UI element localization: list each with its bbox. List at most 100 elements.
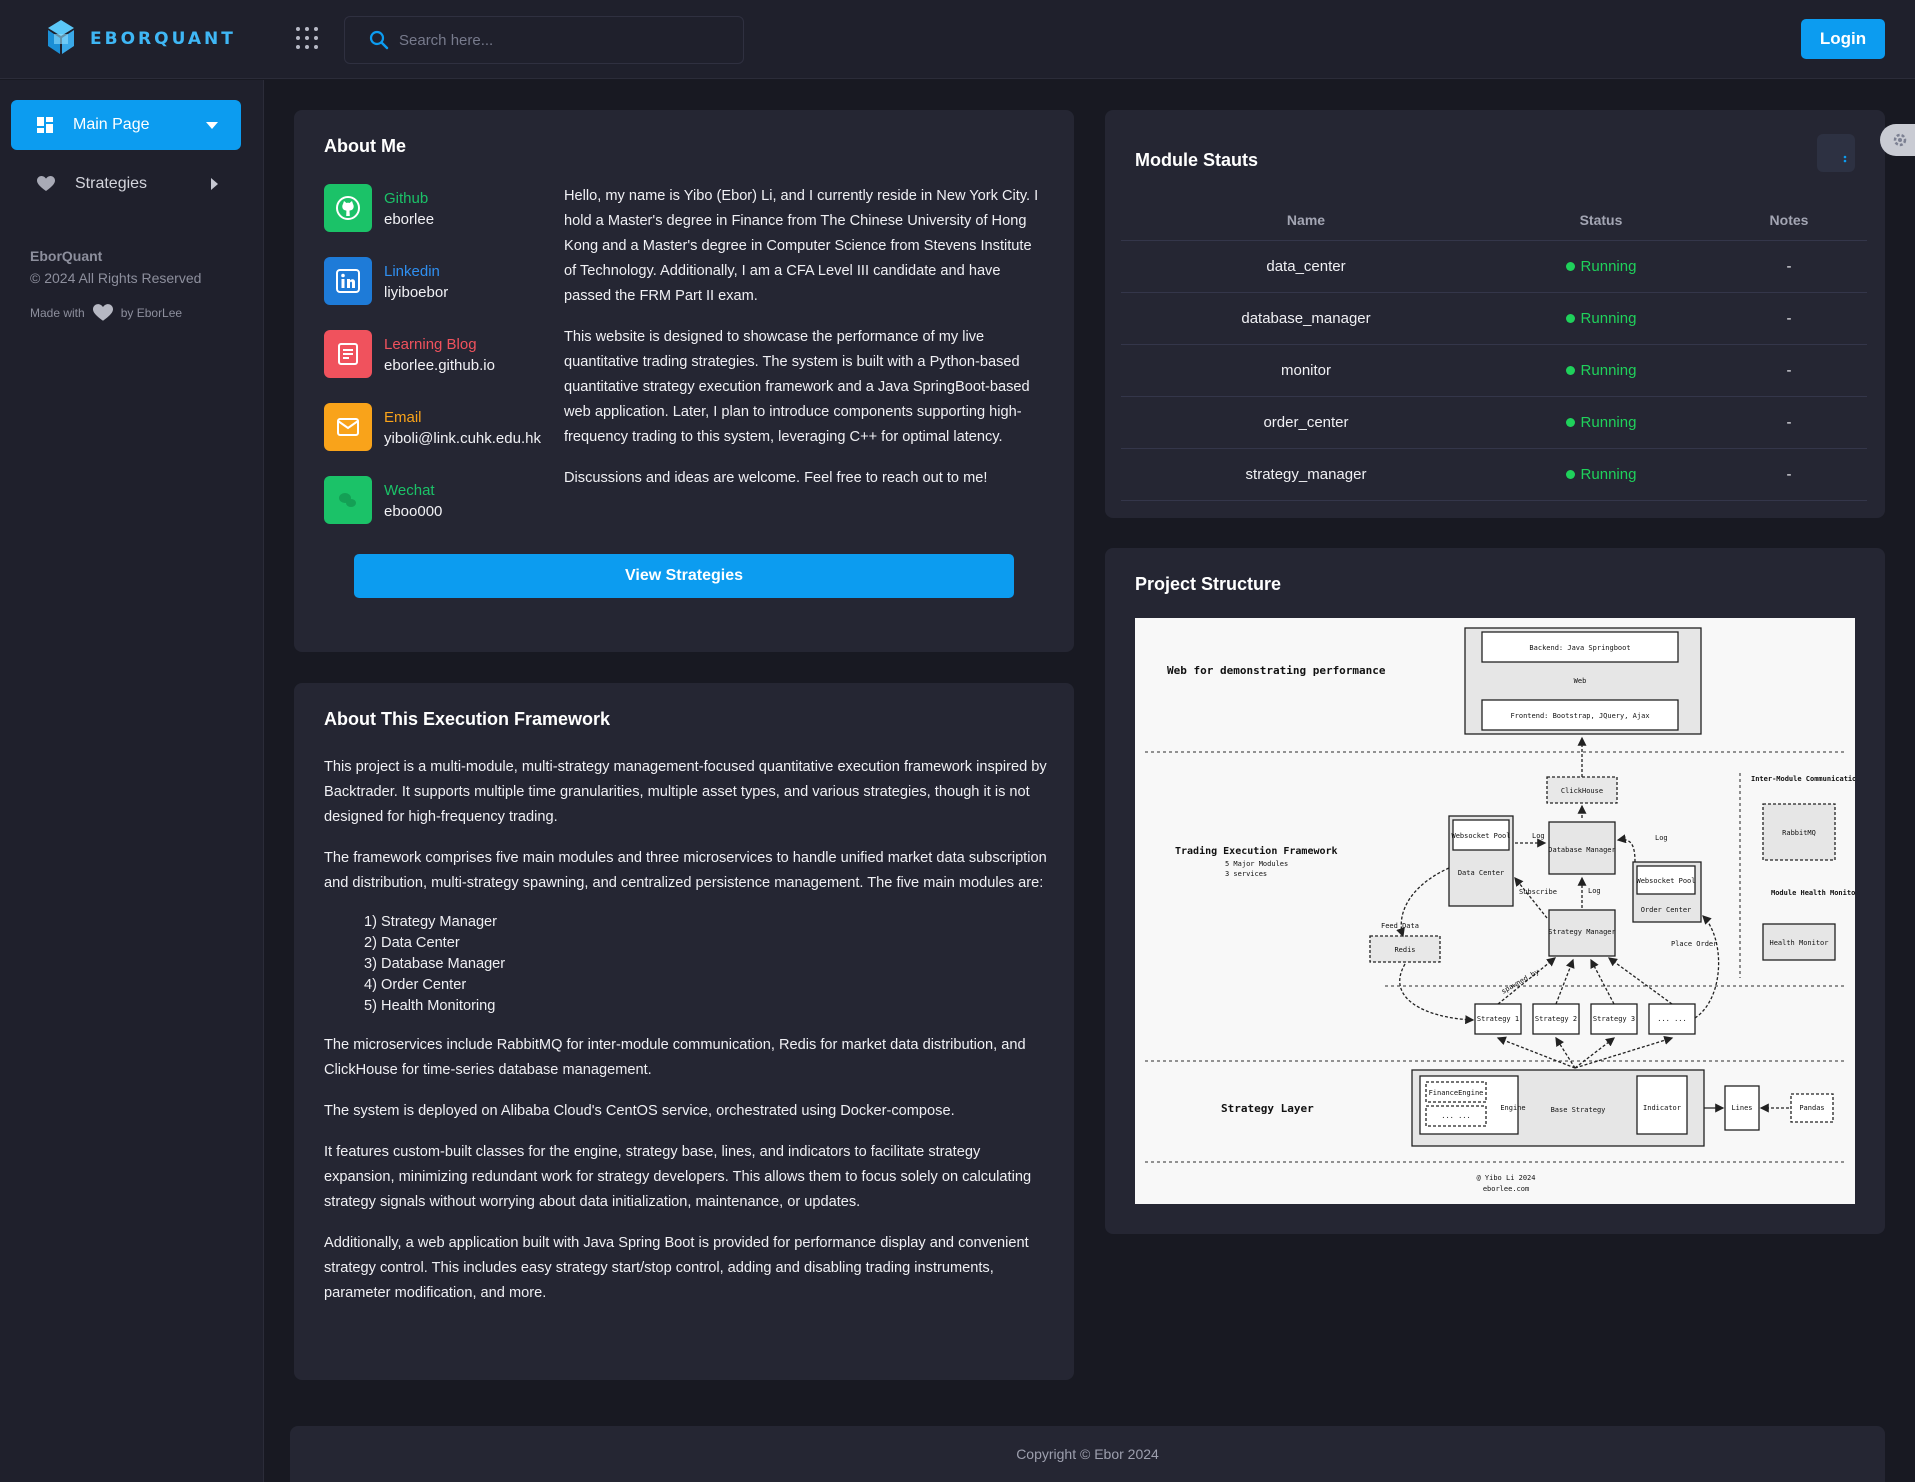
- made-with-line: Made with by EborLee: [30, 304, 201, 322]
- view-strategies-button[interactable]: View Strategies: [354, 554, 1014, 598]
- diagram-label: Log: [1588, 887, 1601, 895]
- brand-logo[interactable]: EBORQUANT: [40, 18, 236, 60]
- list-item: 1) Strategy Manager: [364, 914, 498, 930]
- contact-value: liyiboebor: [384, 284, 449, 301]
- diagram-label: RabbitMQ: [1782, 829, 1816, 837]
- top-bar: EBORQUANT Login: [0, 0, 1915, 79]
- table-row: data_center Running -: [1121, 240, 1867, 293]
- contact-linkedin[interactable]: Linkedin liyiboebor: [324, 257, 448, 305]
- framework-card: About This Execution Framework This proj…: [294, 683, 1074, 1380]
- mail-icon: [324, 403, 372, 451]
- diagram-label: Module Health Monitoring: [1771, 889, 1855, 897]
- framework-paragraph: It features custom-built classes for the…: [324, 1144, 1032, 1210]
- framework-paragraph: Additionally, a web application built wi…: [324, 1235, 1029, 1301]
- sidebar-item-strategies[interactable]: Strategies: [11, 159, 241, 209]
- gear-icon: [1893, 133, 1907, 147]
- search-input[interactable]: [399, 31, 719, 49]
- diagram-label: 5 Major Modules: [1225, 860, 1288, 868]
- diagram-label: Data Center: [1458, 869, 1504, 877]
- diagram-label: Frontend: Bootstrap, JQuery, Ajax: [1510, 712, 1649, 720]
- sidebar-footer-copyright: © 2024 All Rights Reserved: [30, 270, 202, 286]
- module-notes: -: [1711, 240, 1867, 293]
- status-text: Running: [1580, 257, 1637, 275]
- column-header: Notes: [1711, 200, 1867, 241]
- contact-label: Wechat: [384, 482, 435, 499]
- diagram-label: Engine: [1500, 1104, 1525, 1112]
- architecture-diagram-svg: Web for demonstrating performance Backen…: [1145, 627, 1872, 1193]
- dashboard-icon: [37, 117, 53, 133]
- diagram-label: Strategy 3: [1593, 1015, 1635, 1023]
- diagram-label: Log: [1655, 834, 1668, 842]
- list-item: 4) Order Center: [364, 977, 467, 993]
- table-row: monitor Running -: [1121, 344, 1867, 397]
- bio-paragraph: Discussions and ideas are welcome. Feel …: [564, 470, 988, 486]
- chevron-down-icon: [205, 100, 219, 150]
- contact-blog[interactable]: Learning Blog eborlee.github.io: [324, 330, 495, 378]
- kebab-menu-button[interactable]: [1817, 134, 1855, 172]
- contact-value: yiboli@link.cuhk.edu.hk: [384, 430, 541, 447]
- column-header: Status: [1491, 200, 1711, 241]
- search-box: [344, 16, 744, 64]
- wechat-icon: [324, 476, 372, 524]
- apps-grid-icon[interactable]: [294, 25, 320, 51]
- contact-github[interactable]: Github eborlee: [324, 184, 434, 232]
- diagram-label: Pandas: [1799, 1104, 1824, 1112]
- module-name: strategy_manager: [1121, 448, 1491, 501]
- sidebar-item-label: Main Page: [73, 116, 150, 133]
- contact-email[interactable]: Email yiboli@link.cuhk.edu.hk: [324, 403, 541, 451]
- status-dot-icon: [1565, 313, 1575, 323]
- module-notes: -: [1711, 344, 1867, 397]
- status-dot-icon: [1565, 417, 1575, 427]
- module-notes: -: [1711, 448, 1867, 501]
- contact-label: Github: [384, 190, 429, 207]
- module-name: database_manager: [1121, 292, 1491, 345]
- diagram-label: Strategy Manager: [1548, 928, 1615, 936]
- contact-wechat[interactable]: Wechat eboo000: [324, 476, 442, 524]
- diagram-label: Websocket Pool: [1451, 832, 1510, 840]
- diagram-label: Web for demonstrating performance: [1167, 664, 1386, 677]
- status-text: Running: [1580, 465, 1637, 483]
- diagram-label: 3 services: [1225, 870, 1267, 878]
- diagram-label: Lines: [1731, 1104, 1752, 1112]
- about-me-title: About Me: [324, 136, 406, 156]
- sidebar-item-main-page[interactable]: Main Page: [11, 100, 241, 150]
- more-vertical-icon: [1843, 155, 1847, 163]
- diagram-label: spawned by: [1500, 968, 1541, 996]
- diagram-label: Indicator: [1643, 1104, 1681, 1112]
- module-notes: -: [1711, 396, 1867, 449]
- diagram-label: @ Yibo Li 2024: [1476, 1174, 1535, 1182]
- linkedin-icon: [324, 257, 372, 305]
- settings-tab[interactable]: [1880, 124, 1915, 156]
- status-badge: Running: [1565, 257, 1637, 275]
- status-dot-icon: [1565, 365, 1575, 375]
- diagram-label: Strategy 2: [1535, 1015, 1577, 1023]
- diagram-label: Websocket Pool: [1636, 877, 1695, 885]
- diagram-label: ... ...: [1657, 1015, 1687, 1023]
- list-item: 2) Data Center: [364, 935, 460, 951]
- diagram-label: Order Center: [1641, 906, 1692, 914]
- footer-copyright: Copyright © Ebor 2024: [1016, 1446, 1159, 1462]
- list-item: 5) Health Monitoring: [364, 998, 496, 1014]
- framework-paragraph: This project is a multi-module, multi-st…: [324, 759, 1047, 825]
- framework-description: This project is a multi-module, multi-st…: [324, 755, 1054, 1322]
- diagram-label: eborlee.com: [1483, 1185, 1529, 1193]
- module-status-card: Module Stauts Name Status Notes data_cen…: [1105, 110, 1885, 518]
- table-row: strategy_manager Running -: [1121, 448, 1867, 501]
- project-structure-card: Project Structure Web for demonstrating …: [1105, 548, 1885, 1234]
- search-icon: [369, 30, 389, 50]
- logo-icon: [48, 20, 74, 54]
- login-button[interactable]: Login: [1801, 19, 1885, 59]
- made-by-text: by EborLee: [120, 306, 183, 320]
- diagram-label: Feed Data: [1381, 922, 1419, 930]
- contact-label: Linkedin: [384, 263, 440, 280]
- sidebar: Main Page Strategies EborQuant © 2024 Al…: [0, 80, 264, 1482]
- contact-value: eborlee.github.io: [384, 357, 495, 374]
- heart-icon: [37, 176, 55, 191]
- diagram-label: ClickHouse: [1561, 787, 1603, 795]
- heart-icon: [92, 304, 113, 321]
- diagram-label: ... ...: [1441, 1112, 1471, 1120]
- table-row: database_manager Running -: [1121, 292, 1867, 345]
- bio-paragraph: This website is designed to showcase the…: [564, 329, 1030, 445]
- status-text: Running: [1580, 413, 1637, 431]
- diagram-label: Place Order: [1671, 940, 1717, 948]
